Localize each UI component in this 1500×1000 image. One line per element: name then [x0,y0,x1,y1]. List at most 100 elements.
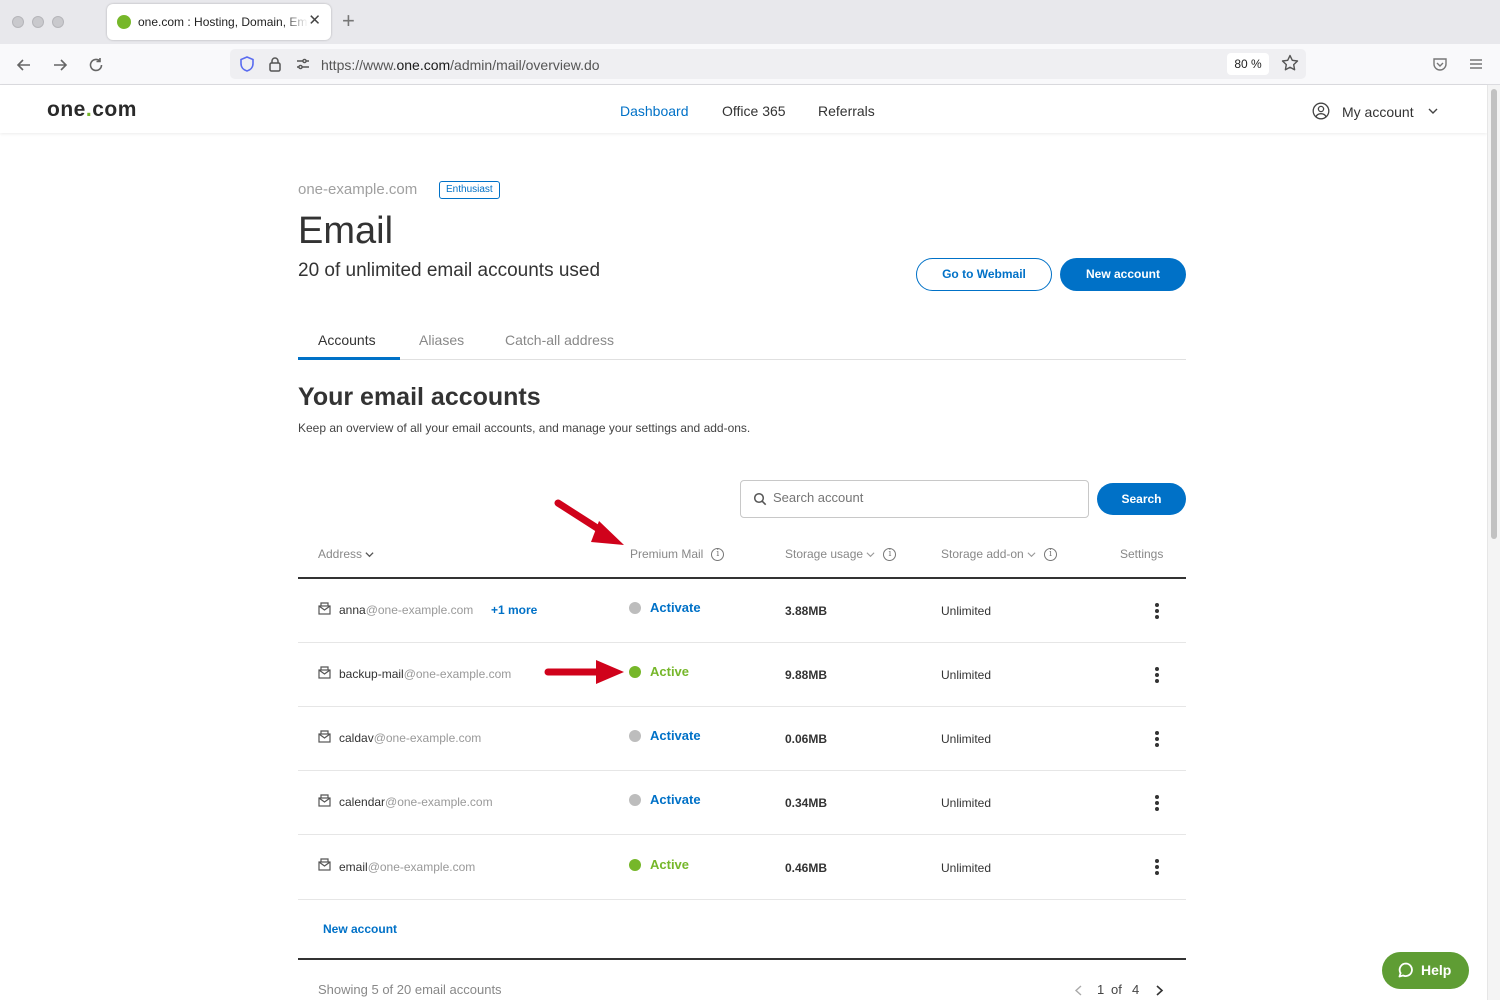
nav-referrals[interactable]: Referrals [818,103,875,119]
search-account-input[interactable] [773,490,1073,505]
table-row[interactable]: anna@one-example.com +1 more Activate 3.… [298,579,1186,643]
page-scrollbar[interactable] [1487,85,1500,1000]
scrollbar-thumb[interactable] [1491,89,1497,539]
url-prefix: https://www. [321,57,397,73]
column-address[interactable]: Address [318,547,374,561]
status-dot-icon [629,859,641,871]
nav-office-365[interactable]: Office 365 [722,103,786,119]
one-com-logo[interactable]: one.com [47,98,137,122]
table-row[interactable]: caldav@one-example.com Activate 0.06MB U… [298,707,1186,771]
nav-dashboard[interactable]: Dashboard [620,103,689,119]
premium-mail-info-icon[interactable]: i [711,548,725,562]
new-account-link[interactable]: New account [323,922,397,936]
total-pages: 4 [1132,982,1140,997]
address-domain: @one-example.com [365,603,474,617]
section-title: Your email accounts [298,383,541,411]
column-storage-add-on[interactable]: Storage add-on i [941,547,1058,562]
zoom-level-badge[interactable]: 80 % [1227,53,1269,75]
shield-icon[interactable] [238,55,256,73]
row-settings-kebab-icon[interactable] [1152,667,1162,683]
row-settings-kebab-icon[interactable] [1152,603,1162,619]
mailbox-icon [318,794,331,807]
activate-premium-link[interactable]: Activate [650,792,701,807]
address-domain: @one-example.com [385,795,493,809]
mailbox-icon [318,666,331,679]
row-settings-kebab-icon[interactable] [1152,731,1162,747]
column-storage-usage-label: Storage usage [785,547,864,561]
back-icon[interactable] [14,55,34,75]
browser-tab-strip: one.com : Hosting, Domain, Email ✕ + [0,0,1500,44]
pocket-icon[interactable] [1431,55,1449,73]
account-address[interactable]: caldav@one-example.com [339,731,481,745]
tab-close-icon[interactable]: ✕ [308,12,321,30]
table-row[interactable]: backup-mail@one-example.com Active 9.88M… [298,643,1186,707]
current-page[interactable]: 1 [1097,982,1104,997]
table-row[interactable]: email@one-example.com Active 0.46MB Unli… [298,835,1186,900]
address-user: caldav [339,731,374,745]
column-premium-mail: Premium Mail i [630,547,725,562]
account-address[interactable]: anna@one-example.com [339,603,473,617]
browser-tab[interactable]: one.com : Hosting, Domain, Email ✕ [107,4,331,40]
premium-active-label: Active [650,857,690,872]
column-storage-usage[interactable]: Storage usage i [785,547,897,562]
activate-premium-link[interactable]: Activate [650,600,701,615]
search-box[interactable] [740,480,1089,518]
status-dot-icon [629,794,641,806]
address-bar[interactable]: https://www.one.com/admin/mail/overview.… [230,49,1306,79]
window-minimize-control[interactable] [32,16,44,28]
next-page-icon[interactable] [1155,985,1164,996]
permissions-icon[interactable] [294,55,312,73]
account-address[interactable]: email@one-example.com [339,860,475,874]
address-domain: @one-example.com [373,731,482,745]
new-account-button[interactable]: New account [1060,258,1186,291]
tab-accounts[interactable]: Accounts [318,332,376,348]
bookmark-star-icon[interactable] [1280,53,1300,73]
my-account-label: My account [1342,104,1414,120]
more-addresses-link[interactable]: +1 more [491,603,537,617]
row-settings-kebab-icon[interactable] [1152,795,1162,811]
tab-title: one.com : Hosting, Domain, Email [138,15,308,29]
mailbox-icon [318,730,331,743]
column-premium-mail-label: Premium Mail [630,547,704,561]
storage-addon-value: Unlimited [941,604,992,618]
menu-icon[interactable] [1467,55,1485,73]
window-close-control[interactable] [12,16,24,28]
lock-icon[interactable] [266,55,284,73]
table-row[interactable]: calendar@one-example.com Activate 0.34MB… [298,771,1186,835]
user-circle-icon [1312,102,1330,120]
tab-catch-all-address[interactable]: Catch-all address [505,332,614,348]
row-settings-kebab-icon[interactable] [1152,859,1162,875]
pagination: 1 of 4 [1070,982,1170,1000]
address-domain: @one-example.com [367,860,476,874]
accounts-usage-text: 20 of unlimited email accounts used [298,260,601,281]
section-description: Keep an overview of all your email accou… [298,421,751,435]
reload-icon[interactable] [86,55,106,75]
previous-page-icon[interactable] [1074,985,1083,996]
storage-addon-value: Unlimited [941,796,992,810]
tab-aliases[interactable]: Aliases [419,332,464,348]
status-dot-icon [629,602,641,614]
premium-active-label: Active [650,664,690,679]
storage-usage-info-icon[interactable]: i [883,548,897,562]
window-zoom-control[interactable] [52,16,64,28]
status-dot-icon [629,730,641,742]
storage-usage-value: 0.34MB [785,796,828,810]
chevron-down-icon [1428,108,1438,114]
new-tab-icon[interactable]: + [342,10,355,32]
help-button[interactable]: Help [1382,952,1469,989]
domain-breadcrumb[interactable]: one-example.com [298,181,417,198]
favicon-icon [117,15,131,29]
browser-toolbar: https://www.one.com/admin/mail/overview.… [0,44,1500,85]
go-to-webmail-button[interactable]: Go to Webmail [916,258,1052,291]
search-button[interactable]: Search [1097,483,1186,515]
site-header: one.com Dashboard Office 365 Referrals M… [0,85,1487,133]
help-label: Help [1421,962,1452,978]
account-address[interactable]: calendar@one-example.com [339,795,493,809]
plan-badge: Enthusiast [439,181,500,199]
forward-icon[interactable] [50,55,70,75]
sort-chevron-down-icon [866,552,875,558]
account-address[interactable]: backup-mail@one-example.com [339,667,511,681]
activate-premium-link[interactable]: Activate [650,728,701,743]
storage-add-on-info-icon[interactable]: i [1044,548,1058,562]
storage-usage-value: 9.88MB [785,668,828,682]
